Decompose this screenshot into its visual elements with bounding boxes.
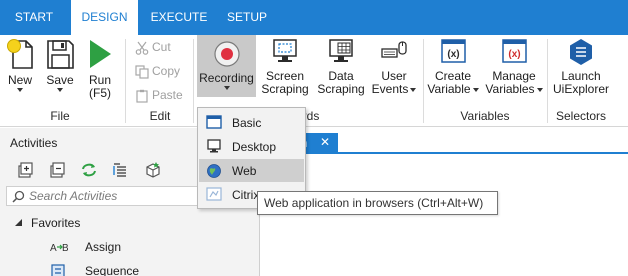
new-file-icon [7,39,33,69]
citrix-recorder-icon [206,187,222,201]
copy-icon [135,65,149,79]
menu-item-label: Web [232,164,257,178]
chevron-down-icon [57,88,63,92]
copy-label: Copy [152,64,181,78]
menu-item-label: Desktop [232,140,277,154]
save-disk-icon [47,40,74,69]
chevron-down-icon [536,87,543,92]
svg-text:(x): (x) [508,49,520,60]
chevron-down-icon [472,87,479,92]
svg-text:(x): (x) [447,49,459,60]
desktop-recorder-icon [207,139,221,153]
cut-button[interactable]: Cut [135,37,171,57]
group-divider [423,39,424,123]
menu-item-desktop[interactable]: Desktop [199,135,304,158]
paste-icon [136,89,148,103]
run-play-icon [90,40,111,68]
package-icon[interactable] [144,161,162,179]
screen-scraping-button[interactable]: Screen Scraping [260,37,310,96]
data-scraping-button[interactable]: Data Scraping [316,37,366,96]
data-scraping-icon [329,39,353,62]
data-scraping-label-line1: Data [328,69,354,83]
recording-button[interactable]: Recording [197,35,256,97]
chevron-down-icon [223,86,230,90]
tree-item-label: Assign [85,240,122,254]
group-divider [547,39,548,123]
filter-list-icon[interactable] [112,161,130,179]
new-button[interactable]: New [3,37,37,92]
basic-recorder-icon [206,115,222,129]
document-tab-underline [262,152,628,154]
screen-scraping-icon [273,39,297,62]
chevron-down-icon [410,87,417,92]
create-variable-label-line2: Variable [427,82,471,96]
tree-item-label: Sequence [85,264,140,276]
scissors-icon [135,41,149,55]
menu-item-label: Citrix [232,188,260,202]
group-label-edit: Edit [149,109,171,123]
screen-scraping-label-line1: Screen [265,69,305,83]
cut-label: Cut [152,40,171,54]
manage-variables-icon: (x) [502,39,527,63]
paste-label: Paste [152,88,183,102]
tab-setup[interactable]: SETUP [222,0,272,35]
sequence-icon [51,264,65,276]
web-recorder-icon [207,164,221,178]
menu-item-label: Basic [232,116,262,130]
chevron-down-icon [17,88,23,92]
close-icon[interactable]: ✕ [320,135,330,149]
search-icon [12,190,25,203]
screen-scraping-label-line2: Scraping [261,82,309,96]
expanded-triangle-icon[interactable] [14,218,23,227]
launch-uiexplorer-label-line1: Launch [561,69,601,83]
assign-icon: A B [50,243,68,254]
group-divider [193,39,194,123]
manage-variables-button[interactable]: (x) Manage Variables [485,37,543,96]
tab-start[interactable]: START [8,0,60,35]
run-button[interactable]: Run (F5) [84,37,116,100]
ribbon: New Save Run (F5) File Cut Copy Paste Ed… [0,35,628,127]
user-events-label-line1: User [381,69,407,83]
create-variable-icon: (x) [441,39,466,63]
group-divider [125,39,126,123]
paste-button[interactable]: Paste [135,85,183,105]
save-label: Save [46,73,74,87]
record-icon [213,41,240,67]
menu-item-web[interactable]: Web [199,159,304,182]
manage-variables-label-line1: Manage [492,69,536,83]
svg-text:B: B [62,243,68,254]
group-label-variables: Variables [460,109,510,123]
recording-label: Recording [199,71,254,85]
create-variable-label-line1: Create [434,69,472,83]
uiexplorer-icon [570,39,592,65]
user-events-label-line2: Events [371,82,409,96]
tab-execute[interactable]: EXECUTE [147,0,211,35]
group-label-file: File [50,109,70,123]
expand-all-icon[interactable] [16,161,34,179]
run-label: Run [88,73,111,87]
svg-text:A: A [50,243,57,254]
data-scraping-label-line2: Scraping [317,82,365,96]
panel-title: Activities [10,136,58,150]
create-variable-button[interactable]: (x) Create Variable [427,37,479,96]
user-events-button[interactable]: User Events [369,37,419,96]
tree-item-label: Favorites [31,216,81,230]
tab-design[interactable]: DESIGN [71,0,138,35]
new-label: New [7,73,32,87]
ribbon-tab-bar: START DESIGN EXECUTE SETUP [0,0,628,35]
manage-variables-label-line2: Variables [485,82,535,96]
group-label-selectors: Selectors [555,109,607,123]
launch-uiexplorer-label-line2: UiExplorer [552,82,609,96]
collapse-all-icon[interactable] [48,161,66,179]
copy-button[interactable]: Copy [135,61,180,81]
user-events-icon [381,41,407,58]
menu-item-basic[interactable]: Basic [199,111,304,134]
run-shortcut: (F5) [89,86,111,100]
launch-uiexplorer-button[interactable]: Launch UiExplorer [551,37,611,96]
save-button[interactable]: Save [43,37,77,92]
tooltip: Web application in browsers (Ctrl+Alt+W) [257,191,498,215]
refresh-icon[interactable] [80,161,98,179]
